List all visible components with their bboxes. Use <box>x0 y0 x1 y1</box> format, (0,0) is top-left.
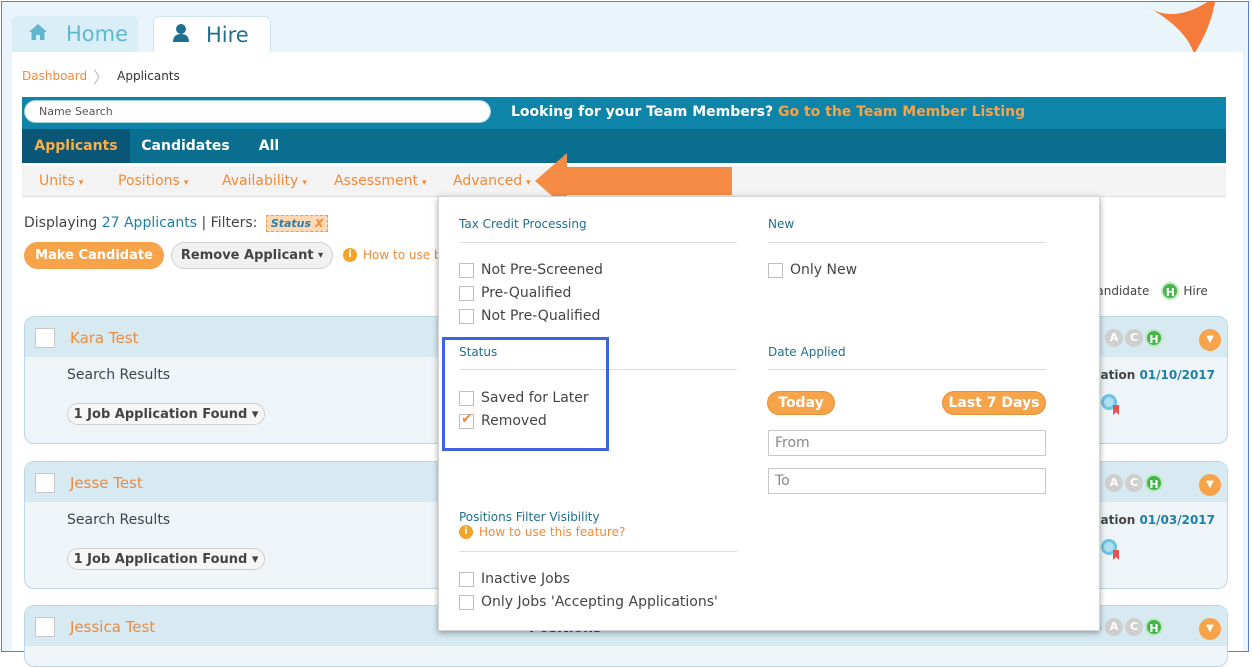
today-button[interactable]: Today <box>767 391 835 415</box>
new-title: New <box>768 217 795 231</box>
option-pre-qualified[interactable]: Pre-Qualified <box>459 285 571 301</box>
last-7-days-button[interactable]: Last 7 Days <box>942 391 1046 415</box>
job-applications-dropdown[interactable]: 1 Job Application Found ▾ <box>67 548 265 570</box>
breadcrumb-chevron-icon: 〉 <box>93 68 110 87</box>
application-date: lication 01/10/2017 <box>1085 368 1215 382</box>
filter-availability[interactable]: Availability ▾ <box>222 173 307 189</box>
tax-credit-title: Tax Credit Processing <box>459 217 587 231</box>
display-summary: Displaying 27 Applicants | Filters: Stat… <box>24 215 329 232</box>
applicant-name[interactable]: Kara Test <box>70 329 138 347</box>
candidate-badge-icon: C <box>1125 618 1143 636</box>
user-icon <box>172 23 190 48</box>
status-legend: Candidate H Hire <box>1088 282 1208 300</box>
visibility-help-link[interactable]: i How to use this feature? <box>459 525 625 539</box>
info-icon: i <box>343 248 357 262</box>
option-not-pre-qualified[interactable]: Not Pre-Qualified <box>459 308 600 324</box>
select-checkbox[interactable] <box>35 617 55 637</box>
make-candidate-button[interactable]: Make Candidate <box>24 242 164 269</box>
hire-badge-icon: H <box>1145 474 1163 492</box>
candidate-badge-icon: C <box>1125 474 1143 492</box>
search-results-label: Search Results <box>67 512 171 528</box>
date-to-input[interactable]: To <box>768 468 1046 494</box>
breadcrumb: Dashboard 〉 Applicants <box>22 64 180 88</box>
filter-assessment[interactable]: Assessment ▾ <box>334 173 427 189</box>
breadcrumb-current: Applicants <box>117 69 180 83</box>
status-badges: A C H <box>1105 618 1163 636</box>
filter-positions[interactable]: Positions ▾ <box>118 173 188 189</box>
applicant-badge-icon: A <box>1105 329 1123 347</box>
option-not-pre-screened[interactable]: Not Pre-Screened <box>459 262 603 278</box>
status-badges: A C H <box>1105 329 1163 347</box>
hire-badge-icon: H <box>1145 618 1163 636</box>
job-applications-dropdown[interactable]: 1 Job Application Found ▾ <box>67 403 265 425</box>
team-member-listing-link[interactable]: Go to the Team Member Listing <box>778 104 1025 120</box>
applicant-count: 27 Applicants <box>101 215 198 231</box>
checkbox[interactable] <box>768 262 783 278</box>
card-menu-chevron-icon[interactable]: ▼ <box>1199 329 1221 351</box>
candidate-badge-icon: C <box>1125 329 1143 347</box>
brand-swoosh-icon <box>1146 2 1216 54</box>
checkbox[interactable] <box>459 308 474 324</box>
option-only-new[interactable]: Only New <box>768 262 857 278</box>
select-checkbox[interactable] <box>35 473 55 493</box>
applicant-badge-icon: A <box>1105 618 1123 636</box>
info-icon: i <box>459 525 473 539</box>
card-menu-chevron-icon[interactable]: ▼ <box>1199 618 1221 640</box>
select-checkbox[interactable] <box>35 328 55 348</box>
application-date: lication 01/03/2017 <box>1085 513 1215 527</box>
remove-applicant-button[interactable]: Remove Applicant ▾ <box>171 242 333 269</box>
tab-applicants[interactable]: Applicants <box>22 129 130 163</box>
hire-badge-icon: H <box>1161 282 1180 300</box>
name-search-input[interactable]: Name Search <box>24 100 491 123</box>
applicant-badge-icon: A <box>1105 474 1123 492</box>
breadcrumb-dashboard[interactable]: Dashboard <box>22 69 87 83</box>
option-accepting-applications[interactable]: Only Jobs 'Accepting Applications' <box>459 594 718 610</box>
status-highlight-box <box>442 337 609 451</box>
team-members-banner: Looking for your Team Members? Go to the… <box>511 104 1025 120</box>
tab-candidates[interactable]: Candidates <box>130 129 241 163</box>
legend-hire: Hire <box>1183 284 1208 298</box>
tab-home-label: Home <box>66 22 129 46</box>
option-inactive-jobs[interactable]: Inactive Jobs <box>459 571 570 587</box>
positions-visibility-title: Positions Filter Visibility <box>459 510 600 524</box>
remove-filter-icon[interactable]: X <box>315 217 323 230</box>
applicant-name[interactable]: Jesse Test <box>70 474 143 492</box>
checkbox[interactable] <box>459 285 474 301</box>
date-applied-title: Date Applied <box>768 345 846 359</box>
hire-badge-icon: H <box>1145 329 1163 347</box>
filter-advanced[interactable]: Advanced ▾ <box>453 173 531 189</box>
award-ribbon-icon <box>1101 394 1119 415</box>
checkbox[interactable] <box>459 571 474 587</box>
checkbox[interactable] <box>459 594 474 610</box>
checkbox[interactable] <box>459 262 474 278</box>
banner-text: Looking for your Team Members? <box>511 104 774 120</box>
date-from-input[interactable]: From <box>768 430 1046 456</box>
status-badges: A C H <box>1105 474 1163 492</box>
search-results-label: Search Results <box>67 367 171 383</box>
filter-chip-status[interactable]: Status X <box>265 215 329 232</box>
how-to-use-link[interactable]: i How to use b <box>343 248 442 262</box>
tab-hire-label: Hire <box>206 23 249 47</box>
tab-home[interactable]: Home <box>12 16 138 52</box>
tab-all[interactable]: All <box>244 129 294 163</box>
award-ribbon-icon <box>1101 539 1119 560</box>
tab-hire[interactable]: Hire <box>153 16 271 53</box>
filter-units[interactable]: Units ▾ <box>39 173 83 189</box>
card-menu-chevron-icon[interactable]: ▼ <box>1199 474 1221 496</box>
home-icon <box>28 22 48 46</box>
applicant-name[interactable]: Jessica Test <box>70 618 155 636</box>
